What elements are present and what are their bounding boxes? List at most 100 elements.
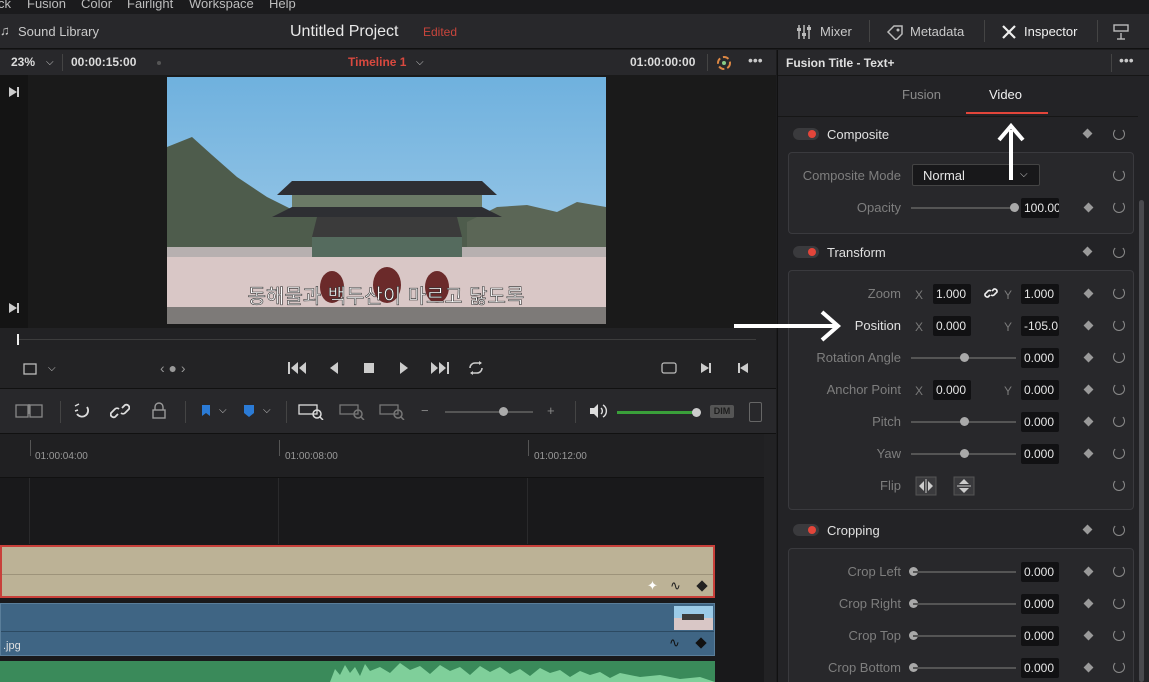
volume-slider-knob[interactable] bbox=[692, 408, 701, 417]
flip-horizontal-icon[interactable] bbox=[915, 476, 937, 496]
transform-section-title[interactable]: Transform bbox=[827, 245, 886, 260]
snapping-icon[interactable] bbox=[73, 402, 91, 420]
match-frame-icon[interactable] bbox=[659, 361, 679, 375]
zoom-in-icon[interactable]: + bbox=[547, 404, 555, 418]
play-icon[interactable] bbox=[397, 361, 411, 375]
yaw-value-field[interactable]: 0.000 bbox=[1021, 444, 1059, 464]
reset-icon[interactable] bbox=[1113, 629, 1125, 641]
keyframe-icon[interactable] bbox=[1083, 202, 1094, 213]
overwrite-clip-icon[interactable] bbox=[14, 402, 44, 420]
volume-icon[interactable] bbox=[588, 403, 608, 419]
keyframe-icon[interactable] bbox=[1083, 662, 1094, 673]
crop-left-slider-track[interactable] bbox=[913, 571, 1016, 573]
crop-right-slider-track[interactable] bbox=[913, 603, 1016, 605]
curve-icon[interactable]: ∿ bbox=[669, 636, 680, 650]
crop-bottom-slider-track[interactable] bbox=[913, 667, 1016, 669]
link-icon[interactable] bbox=[983, 285, 999, 301]
mixer-button[interactable]: Mixer bbox=[820, 24, 852, 39]
timeline-scrollbar[interactable] bbox=[764, 434, 776, 682]
reset-icon[interactable] bbox=[1113, 597, 1125, 609]
chevron-down-icon[interactable]: ⌵ bbox=[46, 56, 54, 70]
more-options-icon[interactable]: ••• bbox=[748, 53, 763, 67]
video-clip[interactable]: .jpg ∿ bbox=[0, 603, 715, 656]
zoom-slider-track[interactable] bbox=[445, 411, 533, 413]
expand-panel-icon[interactable] bbox=[1112, 23, 1130, 41]
reset-icon[interactable] bbox=[1113, 287, 1125, 299]
reset-icon[interactable] bbox=[1113, 128, 1125, 140]
flag-icon[interactable] bbox=[200, 404, 212, 418]
keyframe-icon[interactable] bbox=[1083, 416, 1094, 427]
zoom-custom-icon[interactable] bbox=[378, 402, 406, 420]
go-to-end-icon[interactable] bbox=[430, 361, 450, 375]
rotation-slider-knob[interactable] bbox=[960, 353, 969, 362]
keyframe-icon[interactable] bbox=[1083, 630, 1094, 641]
scrub-track[interactable] bbox=[18, 339, 756, 340]
next-edit-icon[interactable] bbox=[699, 361, 713, 375]
loop-icon[interactable] bbox=[466, 360, 486, 376]
keyframe-icon[interactable] bbox=[696, 580, 708, 592]
opacity-slider-track[interactable] bbox=[911, 207, 1016, 209]
keyframe-icon[interactable] bbox=[1082, 524, 1093, 535]
next-clip-icon[interactable] bbox=[7, 85, 21, 99]
pitch-slider-knob[interactable] bbox=[960, 417, 969, 426]
yaw-slider-knob[interactable] bbox=[960, 449, 969, 458]
next-clip-icon[interactable] bbox=[7, 301, 21, 315]
timeline-name[interactable]: Timeline 1 bbox=[348, 55, 406, 69]
scrub-bar[interactable] bbox=[0, 328, 776, 350]
zoom-detail-icon[interactable] bbox=[338, 402, 366, 420]
reset-icon[interactable] bbox=[1113, 565, 1125, 577]
keyframe-icon[interactable] bbox=[1083, 320, 1094, 331]
timeline-ruler[interactable]: 01:00:04:00 01:00:08:00 01:00:12:00 bbox=[0, 434, 764, 478]
crop-top-field[interactable]: 0.000 bbox=[1021, 626, 1059, 646]
playhead[interactable] bbox=[17, 334, 19, 345]
crop-top-slider-track[interactable] bbox=[913, 635, 1016, 637]
stop-icon[interactable] bbox=[362, 361, 376, 375]
zoom-out-icon[interactable]: − bbox=[421, 404, 429, 418]
keyframe-icon[interactable] bbox=[695, 637, 707, 649]
menu-item-color[interactable]: Color bbox=[81, 0, 112, 11]
go-to-start-icon[interactable] bbox=[287, 361, 307, 375]
color-wheel-icon[interactable] bbox=[715, 54, 733, 72]
anchor-y-field[interactable]: 0.000 bbox=[1021, 380, 1059, 400]
reset-icon[interactable] bbox=[1113, 524, 1125, 536]
composite-section-title[interactable]: Composite bbox=[827, 127, 889, 142]
cropping-enable-toggle[interactable] bbox=[793, 524, 819, 536]
tab-fusion[interactable]: Fusion bbox=[902, 87, 941, 102]
jog-control-icon[interactable]: ‹ ● › bbox=[160, 361, 186, 375]
previous-edit-icon[interactable] bbox=[736, 361, 750, 375]
crop-left-field[interactable]: 0.000 bbox=[1021, 562, 1059, 582]
title-clip[interactable]: ✦ ∿ bbox=[0, 545, 715, 598]
pitch-value-field[interactable]: 0.000 bbox=[1021, 412, 1059, 432]
reset-icon[interactable] bbox=[1113, 447, 1125, 459]
chevron-down-icon[interactable]: ⌵ bbox=[48, 362, 56, 376]
chevron-down-icon[interactable]: ⌵ bbox=[263, 404, 271, 418]
zoom-level[interactable]: 23% bbox=[11, 55, 35, 69]
keyframe-icon[interactable] bbox=[1083, 598, 1094, 609]
anchor-x-field[interactable]: 0.000 bbox=[933, 380, 971, 400]
chevron-down-icon[interactable]: ⌵ bbox=[219, 404, 227, 418]
reset-icon[interactable] bbox=[1113, 201, 1125, 213]
composite-enable-toggle[interactable] bbox=[793, 128, 819, 140]
keyframe-icon[interactable] bbox=[1083, 288, 1094, 299]
sparkle-icon[interactable]: ✦ bbox=[647, 579, 658, 593]
menu-item-help[interactable]: Help bbox=[269, 0, 296, 11]
keyframe-icon[interactable] bbox=[1082, 246, 1093, 257]
reset-icon[interactable] bbox=[1113, 169, 1125, 181]
reset-icon[interactable] bbox=[1113, 479, 1125, 491]
menu-item-fairlight[interactable]: Fairlight bbox=[127, 0, 173, 11]
keyframe-icon[interactable] bbox=[1083, 384, 1094, 395]
marker-icon[interactable] bbox=[243, 404, 255, 418]
reset-icon[interactable] bbox=[1113, 415, 1125, 427]
zoom-slider-knob[interactable] bbox=[499, 407, 508, 416]
zoom-x-field[interactable]: 1.000 bbox=[933, 284, 971, 304]
menu-item-fusion[interactable]: Fusion bbox=[27, 0, 66, 11]
reset-icon[interactable] bbox=[1113, 661, 1125, 673]
position-x-field[interactable]: 0.000 bbox=[933, 316, 971, 336]
zoom-full-icon[interactable] bbox=[297, 402, 325, 420]
reset-icon[interactable] bbox=[1113, 246, 1125, 258]
more-options-icon[interactable]: ••• bbox=[1119, 53, 1134, 67]
keyframe-icon[interactable] bbox=[1083, 448, 1094, 459]
dim-button[interactable]: DIM bbox=[710, 405, 734, 418]
zoom-y-field[interactable]: 1.000 bbox=[1021, 284, 1059, 304]
opacity-slider-knob[interactable] bbox=[1010, 203, 1019, 212]
